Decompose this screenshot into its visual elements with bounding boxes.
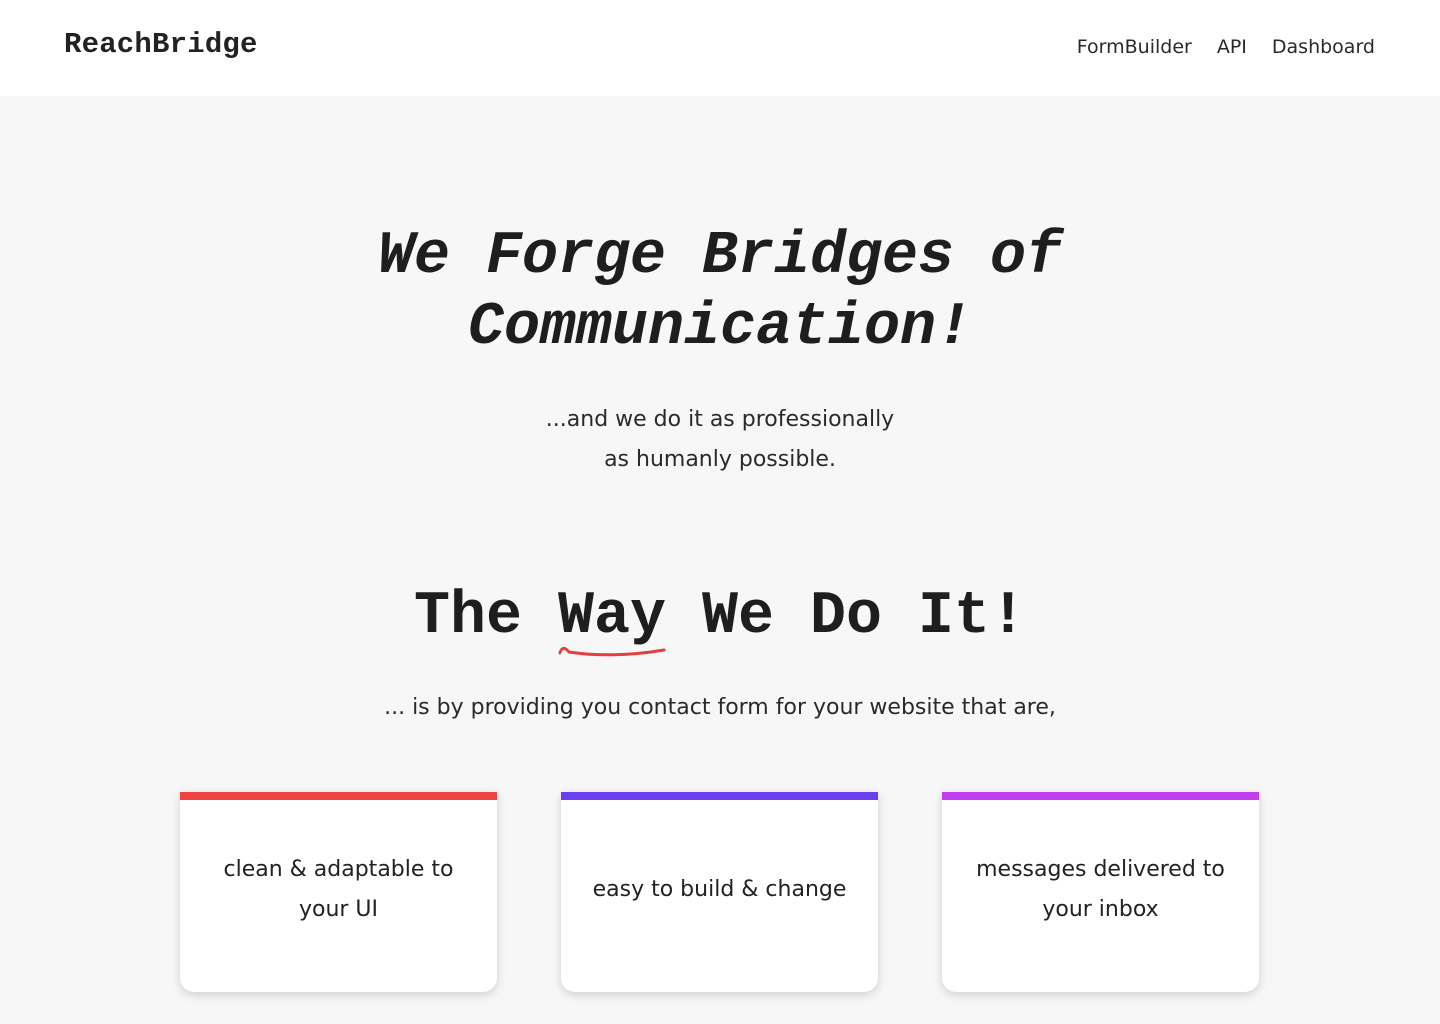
hero-title-line-2: Communication! [467, 294, 973, 362]
nav-link-formbuilder[interactable]: FormBuilder [1077, 36, 1192, 58]
hero-title: We Forge Bridges of Communication! [0, 222, 1440, 364]
nav-link-api[interactable]: API [1217, 36, 1247, 58]
section-title: The Way We Do It! [0, 582, 1440, 657]
feature-card-text: easy to build & change [592, 877, 847, 902]
squiggle-underline [558, 646, 666, 657]
feature-card-easy: easy to build & change [561, 792, 878, 992]
hero-title-line-1: We Forge Bridges of [377, 223, 1063, 291]
feature-card-text: clean & adaptable to your UI [223, 857, 454, 922]
feature-card-accent-bar [942, 792, 1259, 800]
hero-subtitle-line-2: as humanly possible. [604, 447, 836, 472]
nav-link-dashboard[interactable]: Dashboard [1272, 36, 1375, 58]
section-title-before: The [413, 583, 558, 651]
feature-card-accent-bar [561, 792, 878, 800]
section-title-highlight-text: Way [557, 583, 666, 651]
section-title-highlight: Way [557, 582, 666, 657]
section-subtitle: ... is by providing you contact form for… [384, 695, 1056, 720]
top-bar: ReachBridge FormBuilder API Dashboard [0, 0, 1440, 96]
hero-subtitle: ...and we do it as professionally as hum… [0, 400, 1440, 480]
main-nav: FormBuilder API Dashboard [1077, 36, 1375, 58]
feature-card-delivered: messages delivered to your inbox [942, 792, 1259, 992]
feature-card-accent-bar [180, 792, 497, 800]
feature-card-text: messages delivered to your inbox [976, 857, 1225, 922]
hero-subtitle-line-1: ...and we do it as professionally [545, 407, 895, 432]
feature-card-clean: clean & adaptable to your UI [180, 792, 497, 992]
logo[interactable]: ReachBridge [64, 28, 258, 61]
section-title-after: We Do It! [666, 583, 1027, 651]
